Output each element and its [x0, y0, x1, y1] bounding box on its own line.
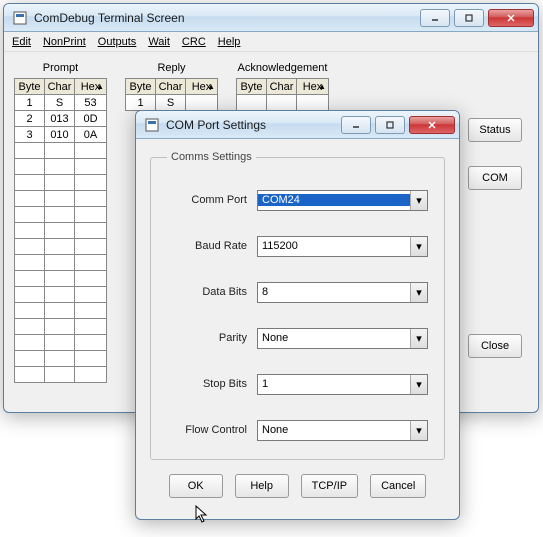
ack-table[interactable]: Byte Char Hex▲: [236, 78, 329, 111]
col-hex[interactable]: Hex▲: [75, 79, 107, 95]
dialog-titlebar[interactable]: COM Port Settings: [136, 111, 459, 139]
comm-port-label: Comm Port: [167, 194, 247, 206]
parity-label: Parity: [167, 332, 247, 344]
sort-up-icon: ▲: [96, 82, 104, 91]
baud-label: Baud Rate: [167, 240, 247, 252]
comms-legend: Comms Settings: [167, 151, 256, 163]
menu-crc[interactable]: CRC: [182, 36, 206, 48]
col-char[interactable]: Char: [45, 79, 75, 95]
stop-bits-label: Stop Bits: [167, 378, 247, 390]
help-button[interactable]: Help: [235, 474, 289, 498]
table-row: 1S: [126, 95, 218, 111]
reply-table[interactable]: Byte Char Hex▲ 1S: [125, 78, 218, 111]
parity-select[interactable]: None ▾: [257, 328, 428, 349]
menu-help[interactable]: Help: [218, 36, 241, 48]
data-bits-select[interactable]: 8 ▾: [257, 282, 428, 303]
ack-label: Acknowledgement: [238, 62, 328, 74]
table-row: 30100A: [15, 127, 107, 143]
sort-up-icon: ▲: [207, 82, 215, 91]
comm-port-select[interactable]: COM24 ▾: [257, 190, 428, 211]
dialog-close-button[interactable]: [409, 116, 455, 134]
prompt-label: Prompt: [43, 62, 78, 74]
col-hex[interactable]: Hex▲: [297, 79, 329, 95]
cancel-button[interactable]: Cancel: [370, 474, 426, 498]
chevron-down-icon[interactable]: ▾: [410, 329, 427, 348]
table-row: 20130D: [15, 111, 107, 127]
main-title: ComDebug Terminal Screen: [34, 11, 420, 25]
chevron-down-icon[interactable]: ▾: [410, 191, 427, 210]
data-bits-value: 8: [258, 286, 410, 298]
comm-port-value: COM24: [258, 194, 410, 206]
chevron-down-icon[interactable]: ▾: [410, 375, 427, 394]
baud-value: 115200: [258, 240, 410, 252]
menubar: Edit NonPrint Outputs Wait CRC Help: [4, 32, 538, 52]
col-byte[interactable]: Byte: [126, 79, 156, 95]
chevron-down-icon[interactable]: ▾: [410, 283, 427, 302]
close-button[interactable]: [488, 9, 534, 27]
dialog-title: COM Port Settings: [166, 118, 341, 132]
comms-settings-group: Comms Settings Comm Port COM24 ▾ Baud Ra…: [150, 151, 445, 460]
col-char[interactable]: Char: [267, 79, 297, 95]
data-bits-label: Data Bits: [167, 286, 247, 298]
main-titlebar[interactable]: ComDebug Terminal Screen: [4, 4, 538, 32]
dialog-minimize-button[interactable]: [341, 116, 371, 134]
table-row: 1S53: [15, 95, 107, 111]
flow-value: None: [258, 424, 410, 436]
com-port-settings-dialog: COM Port Settings Comms Settings Comm Po…: [135, 110, 460, 520]
reply-label: Reply: [157, 62, 185, 74]
com-button[interactable]: COM: [468, 166, 522, 190]
menu-outputs[interactable]: Outputs: [98, 36, 137, 48]
tcpip-button[interactable]: TCP/IP: [301, 474, 358, 498]
col-byte[interactable]: Byte: [15, 79, 45, 95]
prompt-section: Prompt Byte Char Hex▲ 1S53 20130D 30100A: [14, 62, 107, 383]
ok-button[interactable]: OK: [169, 474, 223, 498]
parity-value: None: [258, 332, 410, 344]
sort-up-icon: ▲: [318, 82, 326, 91]
col-hex[interactable]: Hex▲: [186, 79, 218, 95]
menu-nonprint[interactable]: NonPrint: [43, 36, 86, 48]
menu-edit[interactable]: Edit: [12, 36, 31, 48]
col-byte[interactable]: Byte: [237, 79, 267, 95]
app-icon: [12, 10, 28, 26]
stop-bits-select[interactable]: 1 ▾: [257, 374, 428, 395]
dialog-icon: [144, 117, 160, 133]
status-button[interactable]: Status: [468, 118, 522, 142]
flow-label: Flow Control: [167, 424, 247, 436]
chevron-down-icon[interactable]: ▾: [410, 237, 427, 256]
prompt-table[interactable]: Byte Char Hex▲ 1S53 20130D 30100A: [14, 78, 107, 383]
maximize-button[interactable]: [454, 9, 484, 27]
menu-wait[interactable]: Wait: [148, 36, 170, 48]
stop-bits-value: 1: [258, 378, 410, 390]
col-char[interactable]: Char: [156, 79, 186, 95]
minimize-button[interactable]: [420, 9, 450, 27]
chevron-down-icon[interactable]: ▾: [410, 421, 427, 440]
close-window-button[interactable]: Close: [468, 334, 522, 358]
baud-select[interactable]: 115200 ▾: [257, 236, 428, 257]
flow-select[interactable]: None ▾: [257, 420, 428, 441]
cursor-icon: [195, 505, 211, 525]
dialog-maximize-button[interactable]: [375, 116, 405, 134]
